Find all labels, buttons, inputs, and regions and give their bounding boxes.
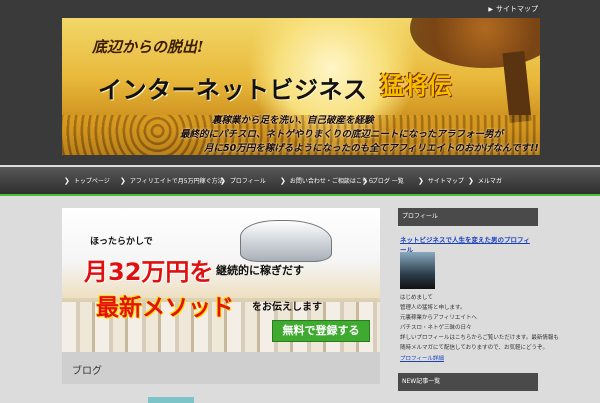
free-register-button[interactable]: 無料で登録する [272,320,370,342]
chevron-right-icon: ❯ [280,177,286,185]
banner-tagline: 底辺からの脱出! [92,38,204,56]
chevron-right-icon: ❯ [418,177,424,185]
profile-line-2: 管理人の猛将と申します。 [400,305,466,311]
main-content: ほったらかしで 月32万円を 継続的に稼ぎだす 最新メソッド をお伝えします 無… [62,208,380,403]
banner-subline-2: 最終的にパチスロ、ネトゲやりまくりの底辺ニートになったアラフォー男が [180,129,504,140]
nav-item-profile[interactable]: ❯ プロフィール [220,176,266,185]
ad-line-2b: 継続的に稼ぎだす [216,264,304,277]
banner-tree-trunk [502,51,532,123]
profile-more-link[interactable]: プロフィール詳細 [400,354,444,362]
header-banner[interactable]: 底辺からの脱出! インターネットビジネス 猛将伝 裏稼業から足を洗い、自己破産を… [62,18,540,155]
profile-line-5: 詳しいプロフィールはこちらからご覧いただけます。最新情報も [400,335,559,341]
nav-item-contact[interactable]: ❯ お問い合わせ・ご相談はこちら [280,176,374,185]
banner-subline-3: 月に50万円を稼げるようになったのも全てアフィリエイトのおかげなんです!! [204,143,539,154]
chevron-right-icon: ❯ [220,177,226,185]
banner-title-accent: 猛将伝 [380,71,452,100]
chevron-right-icon: ❯ [468,177,474,185]
nav-item-affiliate[interactable]: ❯ アフィリエイトで月5万円稼ぐ方法 [120,176,224,185]
banner-subline-1: 裏稼業から足を洗い、自己破産を経験 [212,115,374,126]
profile-line-1: はじめまして [400,295,433,301]
profile-line-4: パチスロ・ネトゲ三昧の日々 [400,325,472,331]
ad-line-1: ほったらかしで [90,237,153,247]
nav-item-top[interactable]: ❯ トップページ [64,176,110,185]
banner-title: インターネットビジネス [98,76,368,104]
site-header: ▶ サイトマップ 底辺からの脱出! インターネットビジネス 猛将伝 裏稼業から足を… [0,0,600,165]
share-button[interactable] [148,397,194,403]
sitemap-top-link[interactable]: ▶ サイトマップ [488,4,538,14]
main-nav: ❯ トップページ ❯ アフィリエイトで月5万円稼ぐ方法 ❯ プロフィール ❯ お問い合わ… [0,167,600,196]
profile-link[interactable]: ネットビジネスで人生を変えた男のプロフィール [400,234,536,254]
sidebar-widget-title: プロフィール [398,208,538,226]
nav-item-mailmag[interactable]: ❯ メルマガ [468,176,502,185]
ad-line-2: 月32万円を [84,258,214,286]
nav-item-blog[interactable]: ❯ ブログ 一覧 [362,176,404,185]
nav-item-sitemap[interactable]: ❯ サイトマップ [418,176,464,185]
profile-line-3: 元裏稼業からアフィリエイトへ [400,315,477,321]
profile-line-6: 随時メルマガにて配信しておりますので、お気軽にどうぞ。 [400,345,548,351]
content-header: ブログ [62,352,380,384]
ad-line-3: 最新メソッド [96,295,234,321]
sidebar: プロフィール ネットビジネスで人生を変えた男のプロフィール はじめまして 管理人… [398,208,559,400]
chevron-right-icon: ❯ [120,177,126,185]
signup-ad-banner[interactable]: ほったらかしで 月32万円を 継続的に稼ぎだす 最新メソッド をお伝えします 無… [62,208,380,352]
content-title: ブログ [72,366,102,377]
chevron-right-icon: ❯ [64,177,70,185]
chevron-right-icon: ❯ [362,177,368,185]
ad-line-3b: をお伝えします [252,302,322,313]
car-image [240,220,332,262]
avatar [400,252,435,289]
triangle-right-icon: ▶ [488,6,493,13]
new-posts-widget-title: NEW記事一覧 [398,373,538,391]
